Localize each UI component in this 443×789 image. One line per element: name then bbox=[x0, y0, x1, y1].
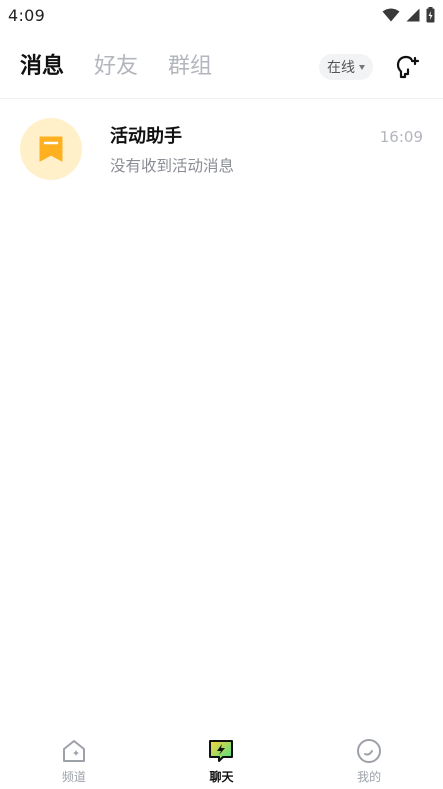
profile-icon bbox=[357, 739, 382, 763]
chat-title: 活动助手 bbox=[110, 126, 182, 147]
add-friend-button[interactable] bbox=[393, 52, 423, 82]
chat-preview: 没有收到活动消息 bbox=[110, 157, 235, 175]
battery-charging-icon bbox=[426, 7, 435, 23]
nav-item-channel[interactable]: 频道 bbox=[14, 729, 134, 785]
top-header: 消息 好友 群组 在线 bbox=[0, 44, 443, 90]
avatar bbox=[20, 118, 82, 180]
online-status-dropdown[interactable]: 在线 bbox=[319, 54, 373, 80]
online-status-label: 在线 bbox=[327, 60, 355, 76]
chat-time: 16:09 bbox=[379, 128, 423, 146]
add-friend-icon bbox=[396, 55, 420, 79]
nav-label-channel: 频道 bbox=[61, 770, 86, 784]
chat-body: 活动助手 没有收到活动消息 bbox=[110, 122, 423, 176]
nav-item-profile[interactable]: 我的 bbox=[309, 729, 429, 785]
channel-icon bbox=[62, 740, 85, 762]
tab-bar: 消息 好友 群组 bbox=[20, 44, 319, 90]
chat-screen: 4:09 消息 好友 群组 在线 活动助手 没有收到活动消息 16:09 频道 … bbox=[0, 0, 443, 789]
nav-label-profile: 我的 bbox=[357, 770, 382, 784]
bookmark-icon bbox=[39, 136, 63, 162]
tab-messages[interactable]: 消息 bbox=[20, 44, 64, 90]
nav-label-chat: 聊天 bbox=[209, 770, 234, 784]
status-bar: 4:09 bbox=[0, 0, 443, 30]
status-time: 4:09 bbox=[8, 5, 46, 25]
chat-icon bbox=[209, 740, 234, 762]
bottom-nav: 频道 聊天 我的 bbox=[0, 729, 443, 789]
chat-list: 活动助手 没有收到活动消息 16:09 bbox=[0, 110, 443, 188]
tab-groups[interactable]: 群组 bbox=[168, 44, 212, 90]
tab-friends[interactable]: 好友 bbox=[94, 44, 138, 90]
nav-item-chat[interactable]: 聊天 bbox=[161, 729, 281, 785]
cell-signal-icon bbox=[406, 8, 420, 22]
wifi-icon bbox=[382, 8, 400, 22]
chat-item-activity-assistant[interactable]: 活动助手 没有收到活动消息 16:09 bbox=[0, 110, 443, 188]
status-icons bbox=[382, 7, 435, 23]
header-divider bbox=[0, 98, 443, 99]
caret-down-icon bbox=[359, 64, 365, 70]
